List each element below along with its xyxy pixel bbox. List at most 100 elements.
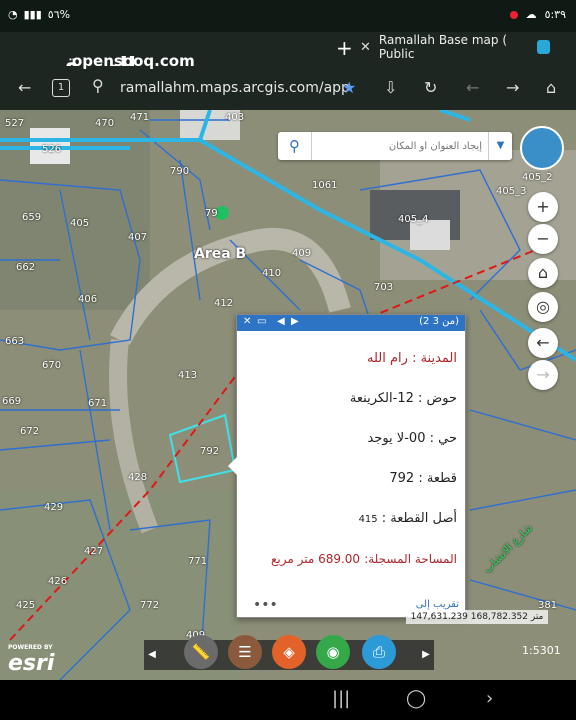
url-field[interactable]: ramallahm.maps.arcgis.com/app (120, 74, 370, 102)
status-left: %٥٦ ▮▮▮ ◔ (8, 8, 70, 21)
maximize-icon[interactable]: ▭ (257, 316, 266, 327)
previous-extent-icon[interactable]: ← (528, 328, 558, 358)
parcel-label: 427 (84, 546, 104, 557)
map-view[interactable]: 527 470 471 403 526 790 659 405 407 79 1… (0, 110, 576, 680)
popup-row-basin: حوض : 12-الكرينعة (245, 379, 457, 419)
wifi-icon: ◔ (8, 8, 18, 21)
system-nav-bar: ||| ◯ › (0, 680, 576, 720)
next-extent-icon[interactable]: → (528, 360, 558, 390)
field-value: 12-الكرينعة (349, 391, 414, 406)
back-icon[interactable]: ← (466, 78, 479, 97)
forward-icon[interactable]: → (506, 78, 519, 97)
tab-count-icon[interactable]: 1 (52, 79, 70, 97)
map-toolbar: ◀ 📏 ☰ ◈ ◉ ⎙ ▶ (142, 635, 436, 670)
parcel-label: 406 (78, 294, 98, 305)
home-button-icon[interactable]: ◯ (406, 688, 426, 709)
parcel-label: 790 (170, 166, 190, 177)
parcel-label: 659 (22, 212, 42, 223)
basemap-icon[interactable]: ◉ (316, 635, 350, 669)
back-button-icon[interactable]: › (486, 688, 493, 709)
parcel-label: 412 (214, 298, 234, 309)
esri-name: esri (8, 651, 55, 676)
print-icon[interactable]: ⎙ (362, 635, 396, 669)
popup-header: ✕ ▭ ◀ ▶ (2 من 3) (237, 315, 465, 331)
parcel-label: 772 (140, 600, 160, 611)
popup-row-area: المساحة المسجلة: 689.00 متر مربع (245, 539, 457, 579)
locate-icon[interactable]: ◎ (528, 292, 558, 322)
chevron-down-icon[interactable]: ▼ (488, 132, 512, 160)
close-tab-icon[interactable]: ✕ (360, 40, 371, 55)
status-right: ☁ ٥:٣٩ (509, 8, 566, 21)
parcel-label: 669 (2, 396, 22, 407)
parcel-label: 671 (88, 398, 108, 409)
esri-logo: POWERED BY esri (8, 644, 54, 676)
field-value: رام الله (367, 351, 408, 366)
esri-powered-text: POWERED BY (8, 644, 53, 651)
popup-row-city: المدينة : رام الله (245, 339, 457, 379)
feature-counter: (2 من 3) (419, 316, 459, 327)
more-options-icon[interactable]: ••• (253, 597, 278, 613)
recent-apps-icon[interactable]: ||| (332, 688, 350, 709)
feature-popup: ✕ ▭ ◀ ▶ (2 من 3) المدينة : رام الله حوض … (236, 314, 466, 618)
parcel-label: 703 (374, 282, 394, 293)
bookmark-star-icon[interactable]: ★ (342, 78, 356, 97)
notification-dot-icon (509, 10, 518, 19)
home-extent-icon[interactable]: ⌂ (528, 258, 558, 288)
next-feature-icon[interactable]: ▶ (291, 316, 299, 327)
parcel-label: 771 (188, 556, 208, 567)
parcel-label: 470 (95, 118, 115, 129)
parcel-label: 405_4 (398, 214, 429, 225)
field-label: المساحة المسجلة: (364, 552, 457, 566)
map-search: ⚲ ▼ (278, 132, 512, 160)
browser-tab[interactable]: ✕ Ramallah Base map ( Public (350, 33, 550, 61)
layers-icon[interactable]: ◈ (272, 635, 306, 669)
cloud-icon: ☁ (525, 8, 537, 21)
reload-icon[interactable]: ↻ (424, 78, 437, 97)
field-label: أصل القطعة : (381, 511, 457, 526)
field-label: قطعة : (418, 471, 457, 486)
parcel-label: 792 (200, 446, 220, 457)
zoom-out-button[interactable]: − (528, 224, 558, 254)
parcel-label: 413 (178, 370, 198, 381)
parcel-label: 425 (16, 600, 36, 611)
parcel-label: 672 (20, 426, 40, 437)
zoom-in-button[interactable]: + (528, 192, 558, 222)
parcel-label: 403 (225, 112, 245, 123)
status-time: ٥:٣٩ (544, 8, 566, 21)
field-value: 689.00 متر مربع (270, 552, 361, 566)
parcel-label: 405 (70, 218, 90, 229)
close-icon[interactable]: ✕ (243, 316, 251, 327)
opensooq-site-text: opensooq.com (72, 52, 195, 70)
zoom-to-link[interactable]: تقريب إلى (416, 599, 459, 610)
field-value: 415 (358, 514, 378, 525)
popup-row-neighborhood: حي : 00-لا يوجد (245, 419, 457, 459)
signal-icon: ▮▮▮ (23, 8, 42, 21)
parcel-label: 405_2 (522, 172, 553, 183)
area-label: Area B (194, 246, 247, 262)
search-input[interactable] (314, 132, 486, 160)
toolbar-left-arrow-icon[interactable]: ◀ (142, 645, 162, 665)
battery-level: %٥٦ (47, 8, 71, 21)
browser-toolbar: opensooq.com ← 1 ⚲ ramallahm.maps.arcgis… (0, 52, 576, 110)
download-icon[interactable]: ⇩ (384, 78, 397, 97)
back-arrow-icon[interactable]: ← (18, 78, 31, 97)
search-icon[interactable]: ⚲ (278, 132, 312, 160)
legend-icon[interactable]: ☰ (228, 635, 262, 669)
previous-feature-icon[interactable]: ◀ (277, 316, 285, 327)
parcel-label: 527 (5, 118, 25, 129)
popup-content: المدينة : رام الله حوض : 12-الكرينعة حي … (237, 331, 465, 601)
parcel-label: 662 (16, 262, 36, 273)
parcel-label: 663 (5, 336, 25, 347)
parcel-label: 428 (128, 472, 148, 483)
toolbar-right-arrow-icon[interactable]: ▶ (416, 645, 436, 665)
status-bar: %٥٦ ▮▮▮ ◔ ☁ ٥:٣٩ (0, 0, 576, 32)
field-label: المدينة : (412, 351, 457, 366)
parcel-label: 526 (42, 144, 62, 155)
parcel-label: 407 (128, 232, 148, 243)
site-settings-icon[interactable]: ⚲ (92, 76, 104, 95)
parcel-label: 429 (44, 502, 64, 513)
measure-icon[interactable]: 📏 (184, 635, 218, 669)
parcel-label: 471 (130, 112, 150, 123)
parcel-label: 1061 (312, 180, 338, 191)
home-icon[interactable]: ⌂ (546, 78, 556, 97)
